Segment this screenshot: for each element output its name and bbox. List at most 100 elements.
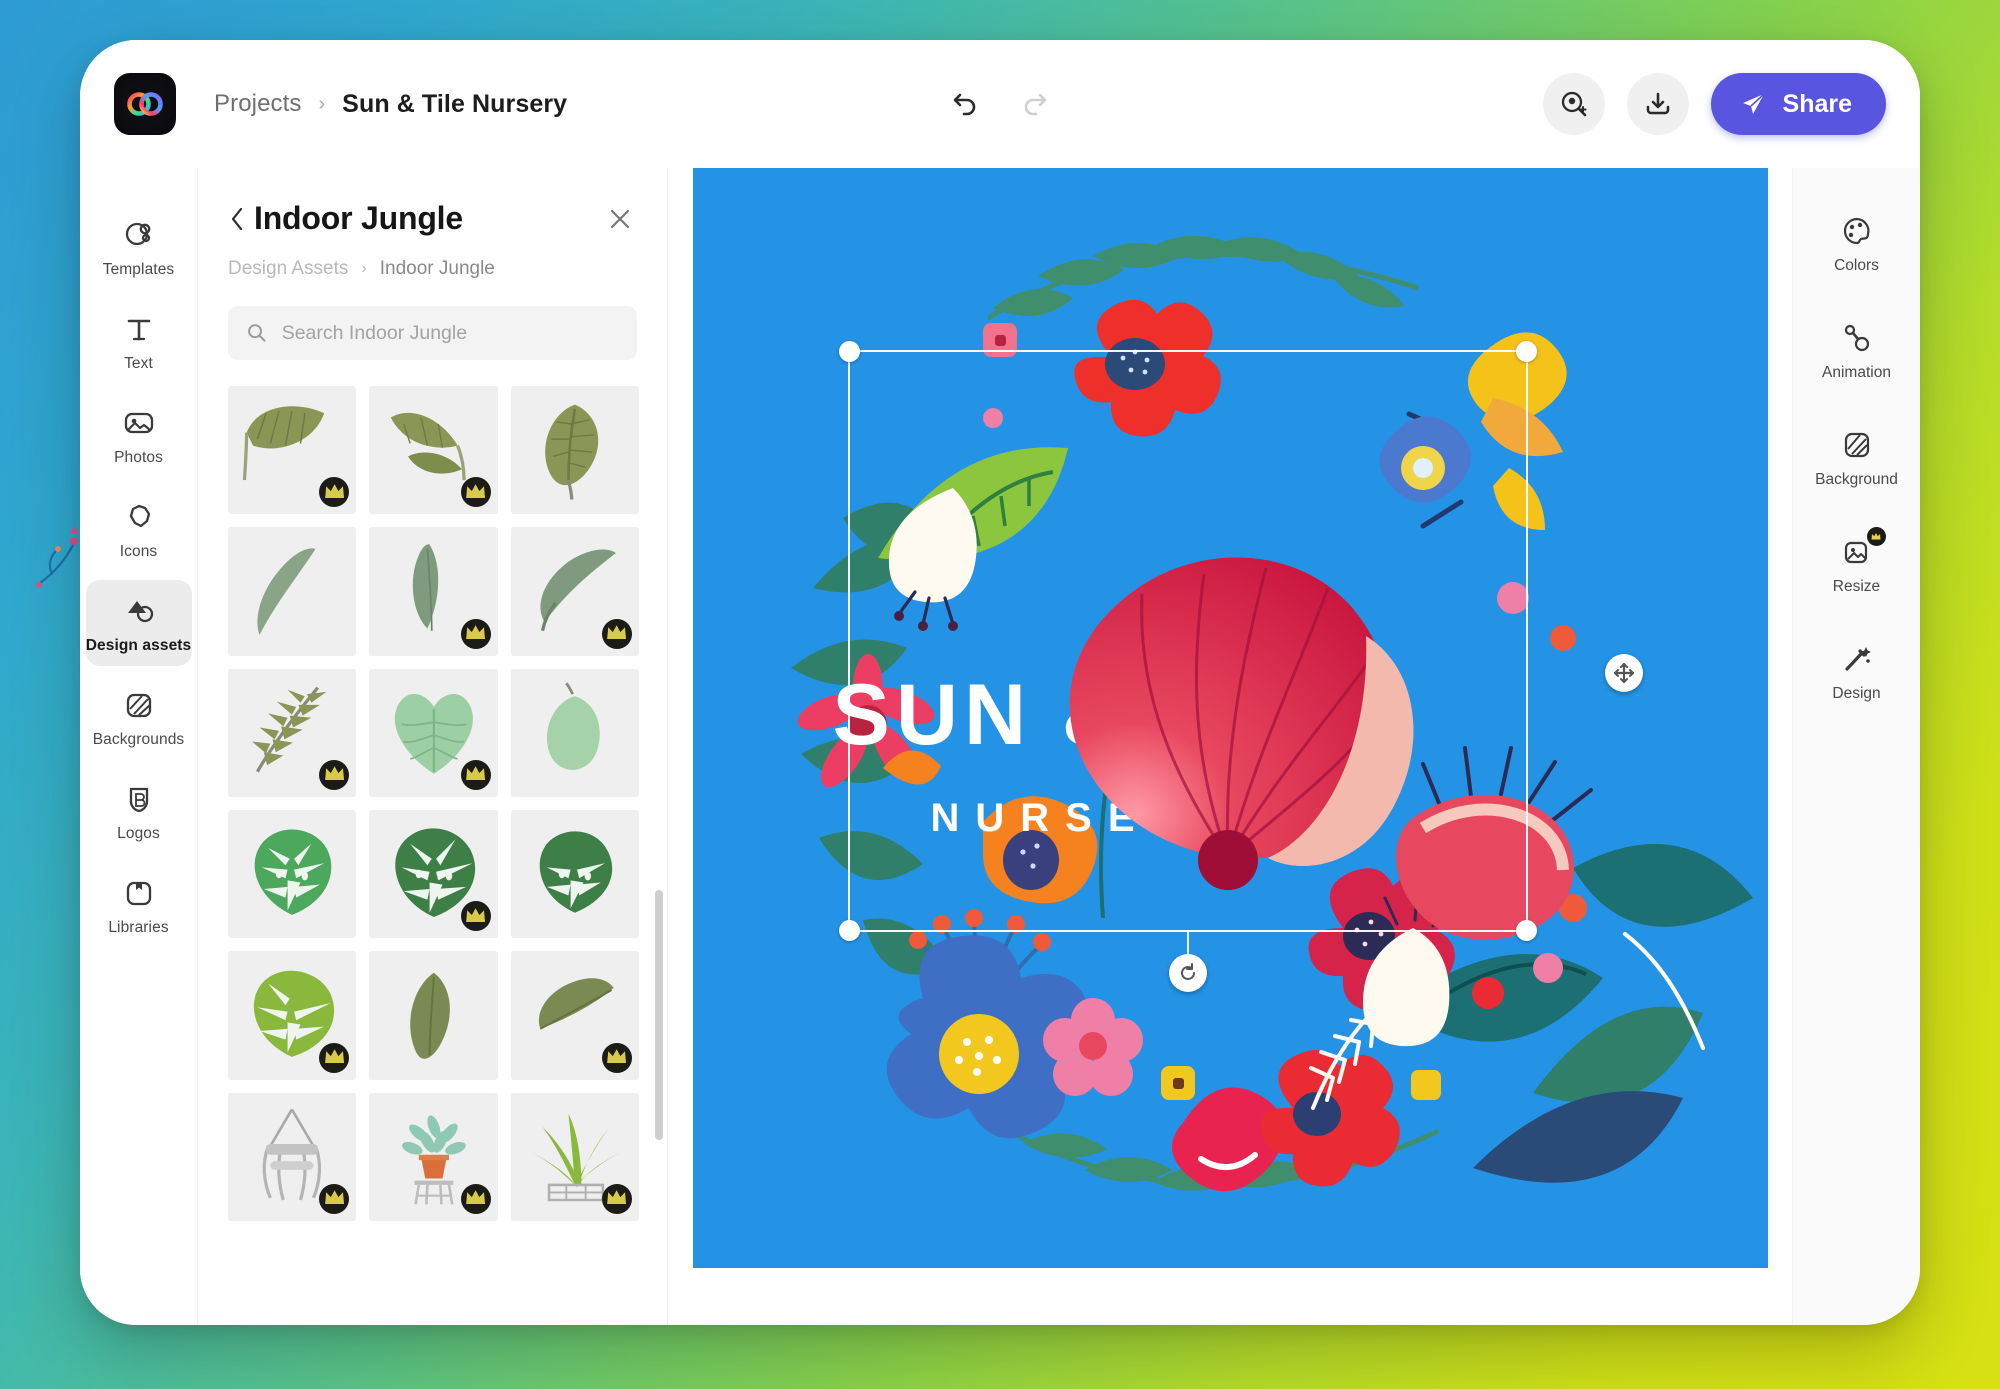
asset-thumbnail-macrame-plant-hanger[interactable] [228,1092,357,1221]
crown-icon [607,1049,627,1064]
download-button[interactable] [1626,73,1689,135]
move-handle[interactable] [1604,654,1643,692]
asset-thumbnail-monstera-dark[interactable] [369,809,498,939]
top-bar-actions: Share [1542,73,1886,135]
share-button[interactable]: Share [1710,73,1886,135]
asset-thumbnail-slender-leaf-narrow[interactable] [369,527,498,656]
crown-icon [466,1190,486,1205]
sidebar-item-logos[interactable]: Logos [86,768,192,854]
crown-icon [324,483,344,498]
sidebar-item-label: Design assets [85,637,192,654]
search-box[interactable] [228,306,637,360]
canvas-title-text[interactable]: SUN & TILE [833,666,1371,765]
sidebar-item-label: Text [124,355,153,372]
premium-badge [460,759,491,790]
asset-thumbnail-broad-pointed-leaf[interactable] [510,527,639,656]
undo-button[interactable] [942,83,984,125]
right-item-design[interactable]: Design [1798,632,1916,711]
download-icon [1646,92,1669,115]
paper-plane-icon [1742,93,1765,114]
asset-thumbnail-olive-leaf-upright[interactable] [369,951,498,1080]
premium-badge [601,1183,632,1214]
panel-breadcrumb-current: Indoor Jungle [379,258,495,279]
panel-close-button[interactable] [603,202,637,236]
page-root: Projects › Sun & Tile Nursery Share Temp… [0,0,2000,1389]
right-item-label: Colors [1834,257,1879,274]
history-controls [942,83,1058,125]
asset-thumbnail-sage-leaf-angled[interactable] [510,951,639,1080]
design-wand-icon [1844,647,1871,671]
breadcrumb-projects-link[interactable]: Projects [214,90,302,118]
asset-thumbnail-monstera-lime[interactable] [228,951,357,1080]
crown-icon [324,1049,344,1064]
search-media-button[interactable] [1542,73,1605,135]
asset-thumbnail-oval-veined-leaf[interactable] [510,386,639,515]
panel-breadcrumb-parent[interactable]: Design Assets [228,258,348,280]
sidebar-item-icons[interactable]: Icons [86,486,192,572]
asset-thumbnail-heart-leaf-light[interactable] [369,668,498,797]
monstera-medium-icon [254,829,332,916]
pale-rubber-leaf-icon [546,682,600,770]
adobe-express-logo[interactable] [114,73,176,135]
panel-header: Indoor Jungle [198,168,667,236]
left-tool-rail: Templates Text Photos Icons Design asset… [80,168,198,1325]
panel-scrollbar[interactable] [655,890,663,1140]
redo-button[interactable] [1016,83,1058,125]
oval-veined-leaf-icon [545,404,599,500]
canvas-subtitle-text[interactable]: NURSERY [931,796,1237,841]
right-item-animation[interactable]: Animation [1798,311,1916,390]
panel-breadcrumb-separator: › [361,260,367,277]
asset-thumbnail-slender-leaf-left[interactable] [228,527,357,656]
sidebar-item-libraries[interactable]: Libraries [86,862,192,948]
premium-badge [1866,527,1886,546]
sidebar-item-text[interactable]: Text [86,298,192,384]
background-icon [1844,432,1869,458]
chevron-left-icon [231,207,243,231]
asset-thumbnail-monstera-medium[interactable] [228,809,357,939]
asset-thumbnail-pale-rubber-leaf[interactable] [510,668,639,797]
logos-icon [129,787,148,813]
premium-badge [460,618,491,649]
premium-badge [319,1042,350,1073]
monstera-dark-small-icon [539,831,613,913]
asset-thumbnail-palm-frond[interactable] [228,668,357,797]
animation-icon [1844,324,1869,352]
right-item-colors[interactable]: Colors [1798,204,1916,283]
canvas-area: SUN & TILE NURSERY [668,168,1792,1325]
search-input[interactable] [281,321,619,345]
sidebar-item-label: Icons [119,543,158,560]
breadcrumb: Projects › Sun & Tile Nursery [214,90,567,119]
sidebar-item-templates[interactable]: Templates [86,204,192,290]
tablet-device-frame: Projects › Sun & Tile Nursery Share Temp… [80,40,1920,1325]
sidebar-item-photos[interactable]: Photos [86,392,192,478]
crown-icon [607,1190,627,1205]
premium-badge [319,477,350,508]
panel-back-button[interactable] [224,202,250,236]
search-icon [248,324,266,342]
crown-icon [466,483,486,498]
right-item-resize[interactable]: Resize [1798,525,1916,604]
app-body: Templates Text Photos Icons Design asset… [80,168,1920,1325]
design-canvas[interactable]: SUN & TILE NURSERY [692,168,1768,1268]
breadcrumb-current-project[interactable]: Sun & Tile Nursery [342,90,567,119]
olive-leaf-upright-icon [409,972,450,1059]
asset-thumbnail-banana-leaf-curved[interactable] [228,386,357,515]
asset-thumbnail-potted-plant-on-stool[interactable] [369,1092,498,1221]
sidebar-item-label: Libraries [108,919,169,936]
design-assets-icon [127,601,153,623]
right-item-background[interactable]: Background [1798,418,1916,497]
close-icon [610,209,630,229]
asset-thumbnail-banana-leaf-pair[interactable] [369,386,498,515]
sidebar-item-design-assets[interactable]: Design assets [85,580,192,666]
design-assets-panel: Indoor Jungle Design Assets › Indoor Jun… [198,168,668,1325]
sidebar-item-backgrounds[interactable]: Backgrounds [86,674,192,760]
move-icon [1613,662,1634,684]
templates-icon [125,222,150,246]
premium-badge [601,1042,632,1073]
libraries-icon [126,881,151,906]
icons-icon [129,504,150,528]
crown-icon [607,625,627,640]
asset-thumbnail-monstera-dark-small[interactable] [510,809,639,939]
premium-badge [460,1183,491,1214]
asset-thumbnail-aloe-plant-in-planter[interactable] [510,1092,639,1221]
